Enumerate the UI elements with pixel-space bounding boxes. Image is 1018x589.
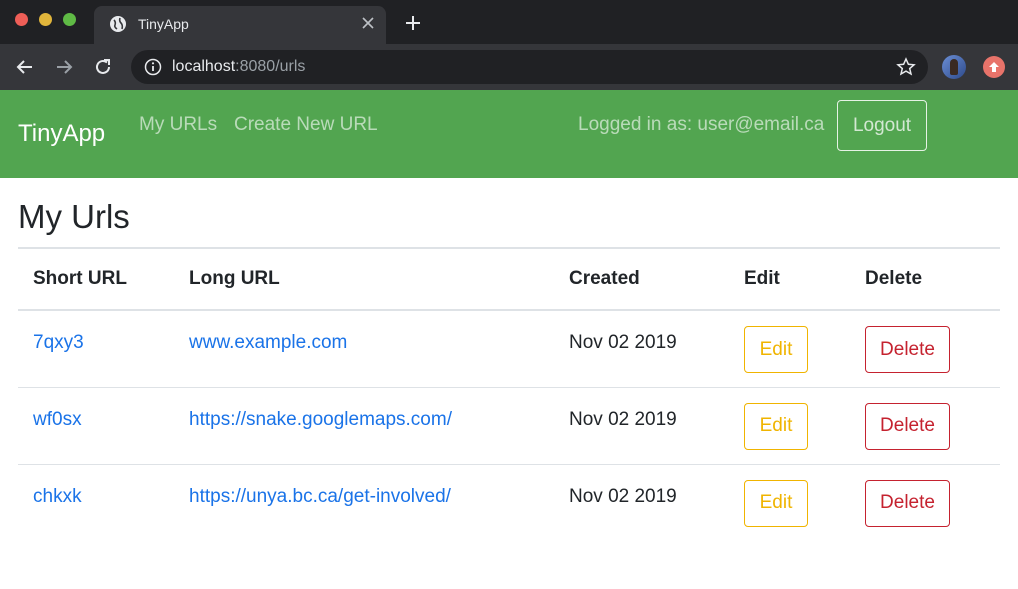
table-row: wf0sx https://snake.googlemaps.com/ Nov … xyxy=(18,387,1000,465)
tab-title: TinyApp xyxy=(138,16,189,32)
urls-table: Short URL Long URL Created Edit Delete 7… xyxy=(18,247,1000,541)
bookmark-star-icon[interactable] xyxy=(896,57,916,77)
long-url-link[interactable]: https://snake.googlemaps.com/ xyxy=(189,388,554,431)
address-bar[interactable]: localhost:8080/urls xyxy=(131,50,928,84)
column-header-short-url: Short URL xyxy=(18,247,174,311)
browser-toolbar: localhost:8080/urls xyxy=(0,44,1018,90)
logged-in-status: Logged in as: user@email.ca xyxy=(578,114,825,135)
table-row: 7qxy3 www.example.com Nov 02 2019 Edit D… xyxy=(18,310,1000,388)
url-path: :8080/urls xyxy=(235,58,306,75)
short-url-link[interactable]: chkxk xyxy=(33,465,174,508)
delete-button[interactable]: Delete xyxy=(865,479,950,527)
short-url-link[interactable]: 7qxy3 xyxy=(33,311,174,354)
url-host: localhost xyxy=(172,58,236,75)
long-url-link[interactable]: https://unya.bc.ca/get-involved/ xyxy=(189,465,554,508)
browser-tab-bar: TinyApp xyxy=(0,0,1018,44)
table-row: chkxk https://unya.bc.ca/get-involved/ N… xyxy=(18,464,1000,541)
delete-button[interactable]: Delete xyxy=(865,402,950,450)
column-header-created: Created xyxy=(554,247,729,311)
logout-button[interactable]: Logout xyxy=(837,100,927,151)
profile-avatar[interactable] xyxy=(942,55,966,79)
created-date: Nov 02 2019 xyxy=(569,332,677,353)
created-date: Nov 02 2019 xyxy=(569,408,677,430)
long-url-link[interactable]: www.example.com xyxy=(189,311,554,354)
column-header-delete: Delete xyxy=(850,247,1000,311)
created-date: Nov 02 2019 xyxy=(569,485,677,507)
window-minimize-button[interactable] xyxy=(39,13,52,26)
edit-button[interactable]: Edit xyxy=(744,479,808,527)
page-title: My Urls xyxy=(18,198,130,235)
column-header-long-url: Long URL xyxy=(174,247,554,311)
nav-link-create-new-url[interactable]: Create New URL xyxy=(234,114,378,136)
back-arrow-icon[interactable] xyxy=(14,56,36,78)
edit-button[interactable]: Edit xyxy=(744,326,808,373)
app-navbar: TinyApp My URLs Create New URL Logged in… xyxy=(0,90,1018,178)
window-close-button[interactable] xyxy=(15,13,28,26)
table-header-row: Short URL Long URL Created Edit Delete xyxy=(18,247,1000,311)
extension-upload-icon[interactable] xyxy=(983,56,1005,78)
brand-logo[interactable]: TinyApp xyxy=(18,120,105,148)
info-icon[interactable] xyxy=(144,58,162,76)
column-header-edit: Edit xyxy=(729,247,850,311)
browser-tab[interactable]: TinyApp xyxy=(94,6,386,44)
nav-link-my-urls[interactable]: My URLs xyxy=(139,114,217,136)
close-icon[interactable] xyxy=(360,15,376,31)
new-tab-icon[interactable] xyxy=(403,13,423,33)
globe-icon xyxy=(110,16,126,32)
forward-arrow-icon[interactable] xyxy=(53,56,75,78)
short-url-link[interactable]: wf0sx xyxy=(33,388,174,431)
address-url: localhost:8080/urls xyxy=(172,58,305,76)
edit-button[interactable]: Edit xyxy=(744,402,808,450)
reload-icon[interactable] xyxy=(92,56,114,78)
window-zoom-button[interactable] xyxy=(63,13,76,26)
delete-button[interactable]: Delete xyxy=(865,326,950,373)
